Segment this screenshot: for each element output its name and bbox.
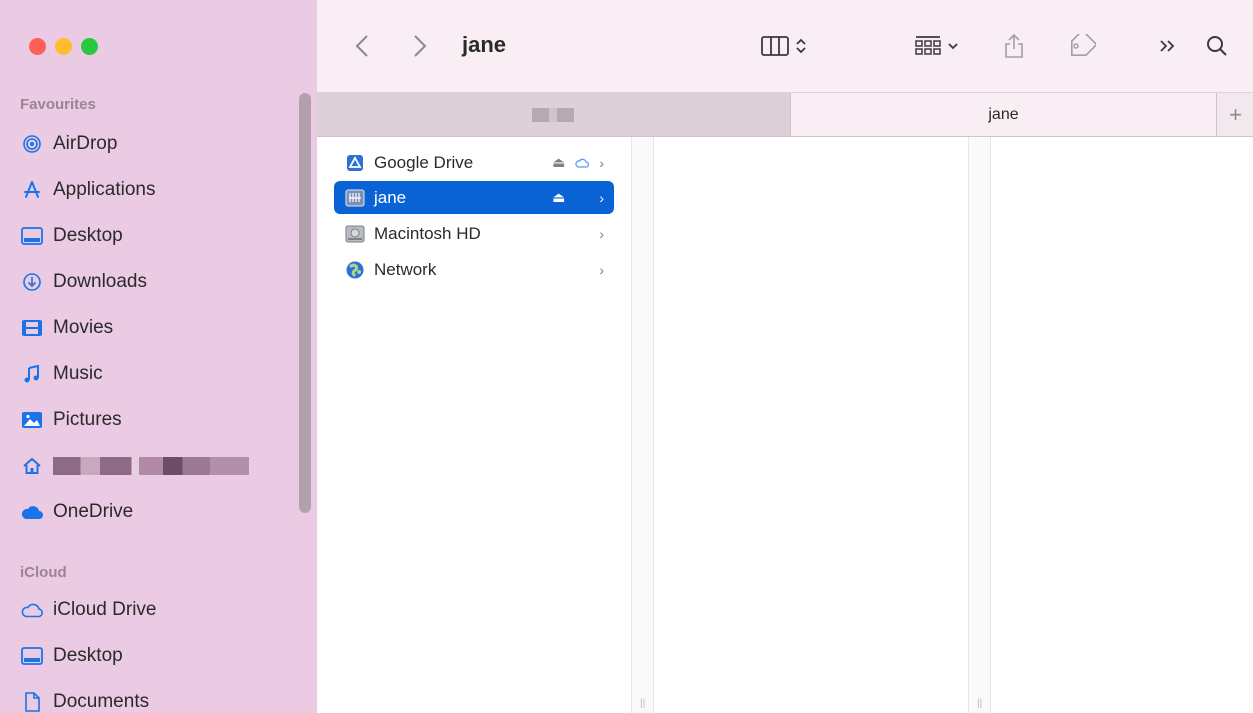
icloud-icon — [14, 602, 50, 618]
group-button[interactable] — [907, 28, 967, 64]
tag-button[interactable] — [1061, 28, 1101, 64]
applications-icon — [14, 180, 50, 200]
more-toolbar-button[interactable] — [1153, 28, 1183, 64]
list-item-macintosh-hd[interactable]: Macintosh HD › — [334, 217, 614, 250]
tag-icon — [1071, 34, 1096, 56]
sidebar-item-icloud-desktop[interactable]: Desktop — [14, 638, 294, 674]
document-icon — [14, 692, 50, 712]
music-icon — [14, 364, 50, 384]
double-chevron-icon — [1160, 40, 1175, 52]
google-drive-icon — [344, 153, 366, 173]
downloads-icon — [14, 272, 50, 292]
sidebar-item-label: Music — [53, 363, 103, 384]
sidebar-item-home[interactable] — [14, 448, 294, 484]
sidebar-item-downloads[interactable]: Downloads — [14, 264, 294, 300]
tab-jane[interactable]: jane — [790, 93, 1216, 136]
sidebar-item-label: Documents — [53, 691, 150, 712]
back-button[interactable] — [347, 28, 377, 64]
close-window-button[interactable] — [29, 38, 46, 55]
sidebar-item-label: Pictures — [53, 409, 122, 430]
list-item-label: Google Drive — [374, 152, 474, 172]
chevron-right-icon: › — [599, 225, 604, 242]
desktop-icon — [14, 227, 50, 245]
airdrop-icon — [14, 134, 50, 154]
sidebar-item-applications[interactable]: Applications — [14, 172, 294, 208]
sidebar-item-label: OneDrive — [53, 501, 134, 522]
sidebar-item-label: Desktop — [53, 645, 123, 666]
chevron-right-icon: › — [599, 189, 604, 206]
sidebar-item-label: Movies — [53, 317, 114, 338]
resize-grip-icon[interactable]: || — [640, 698, 645, 709]
sidebar-item-music[interactable]: Music — [14, 356, 294, 392]
view-mode-button[interactable] — [754, 28, 814, 64]
sidebar-item-label: iCloud Drive — [53, 599, 157, 620]
toolbar: jane — [317, 0, 1253, 93]
share-icon — [1005, 33, 1023, 58]
resize-grip-icon[interactable]: || — [977, 698, 982, 709]
home-icon — [14, 456, 50, 476]
sidebar-section-favourites: Favourites — [20, 96, 96, 113]
hard-disk-icon — [344, 224, 366, 244]
list-item-label: jane — [374, 187, 407, 207]
sidebar-item-desktop[interactable]: Desktop — [14, 218, 294, 254]
list-item-label: Macintosh HD — [374, 223, 481, 243]
sidebar-item-pictures[interactable]: Pictures — [14, 402, 294, 438]
sidebar-item-label: Applications — [53, 179, 156, 200]
window-title: jane — [462, 32, 507, 57]
cloud-icon — [14, 504, 50, 520]
sidebar-item-label: AirDrop — [53, 133, 118, 154]
list-item-google-drive[interactable]: Google Drive ⏏ › — [334, 146, 614, 179]
eject-icon[interactable]: ⏏ — [552, 154, 565, 171]
desktop-icon — [14, 647, 50, 665]
sidebar-item-documents[interactable]: Documents — [14, 684, 294, 713]
search-button[interactable] — [1202, 28, 1232, 64]
column-divider[interactable]: || — [968, 137, 991, 713]
columns-view-icon — [761, 36, 789, 56]
column-view: Google Drive ⏏ › jane ⏏ › Macintosh HD › — [317, 137, 1253, 713]
chevron-right-icon: › — [599, 154, 604, 171]
chevron-left-icon — [355, 35, 368, 57]
movies-icon — [14, 319, 50, 337]
forward-button[interactable] — [405, 28, 435, 64]
sidebar-section-icloud: iCloud — [20, 564, 67, 581]
tab-bar: jane + — [317, 93, 1253, 137]
grid-icon — [915, 36, 941, 55]
sidebar-item-icloud-drive[interactable]: iCloud Drive — [14, 592, 294, 628]
list-item-jane[interactable]: jane ⏏ › — [334, 181, 614, 214]
sidebar: Favourites AirDrop Applications Desktop … — [0, 0, 317, 713]
cloud-icon — [575, 155, 590, 171]
minimize-window-button[interactable] — [55, 38, 72, 55]
chevron-right-icon — [414, 35, 427, 57]
search-icon — [1207, 36, 1227, 56]
list-item-label: Network — [374, 259, 437, 279]
list-item-network[interactable]: Network › — [334, 253, 614, 286]
pictures-icon — [14, 411, 50, 429]
sidebar-item-onedrive[interactable]: OneDrive — [14, 494, 294, 530]
updown-chevron-icon — [796, 38, 806, 54]
sidebar-scrollbar[interactable] — [299, 93, 311, 513]
network-globe-icon — [344, 260, 366, 280]
chevron-down-icon — [948, 43, 958, 50]
sidebar-item-airdrop[interactable]: AirDrop — [14, 126, 294, 162]
tab-thumbnail — [532, 107, 574, 122]
network-drive-icon — [344, 188, 366, 208]
eject-icon[interactable]: ⏏ — [552, 189, 565, 206]
new-tab-button[interactable]: + — [1216, 93, 1253, 136]
tab-redacted[interactable] — [317, 93, 789, 136]
sidebar-item-label: Downloads — [53, 271, 147, 292]
sidebar-item-label: Desktop — [53, 225, 123, 246]
chevron-right-icon: › — [599, 261, 604, 278]
zoom-window-button[interactable] — [81, 38, 98, 55]
redacted-username — [53, 457, 249, 475]
column-divider[interactable]: || — [631, 137, 654, 713]
sidebar-item-movies[interactable]: Movies — [14, 310, 294, 346]
share-button[interactable] — [999, 28, 1029, 64]
